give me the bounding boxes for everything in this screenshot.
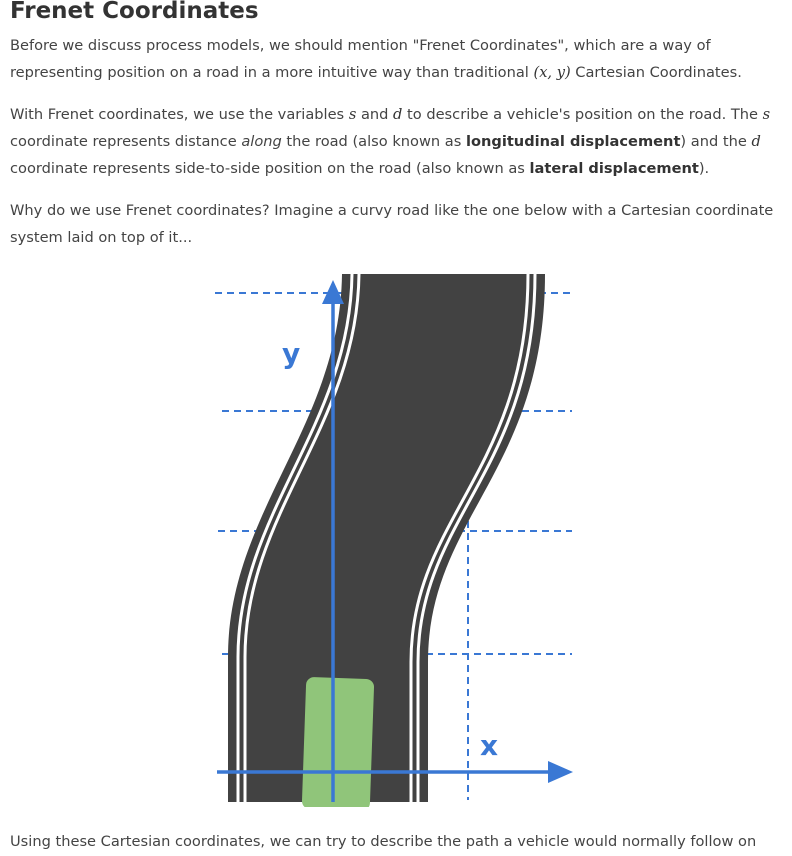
y-axis-label: y bbox=[282, 337, 300, 370]
x-axis-label: x bbox=[480, 729, 498, 762]
road-diagram: y x bbox=[215, 273, 573, 811]
cartesian-paragraph: Using these Cartesian coordinates, we ca… bbox=[10, 833, 757, 850]
why-paragraph: Why do we use Frenet coordinates? Imagin… bbox=[10, 202, 774, 246]
xy-math: (x, y) bbox=[533, 64, 571, 81]
lateral-term: lateral displacement bbox=[529, 160, 699, 177]
d-variable: d bbox=[393, 106, 403, 123]
road-surface bbox=[228, 274, 545, 802]
longitudinal-term: longitudinal displacement bbox=[465, 133, 681, 150]
car-rect bbox=[301, 677, 375, 811]
curvy-road-figure: y x bbox=[200, 262, 580, 811]
s-variable: s bbox=[762, 106, 771, 123]
frenet-definition-paragraph: With Frenet coordinates, we use the vari… bbox=[10, 106, 771, 177]
x-axis-arrow bbox=[548, 761, 573, 783]
intro-paragraph: Before we discuss process models, we sho… bbox=[10, 37, 742, 81]
page-title: Frenet Coordinates bbox=[10, 0, 259, 24]
d-variable: d bbox=[751, 133, 761, 150]
